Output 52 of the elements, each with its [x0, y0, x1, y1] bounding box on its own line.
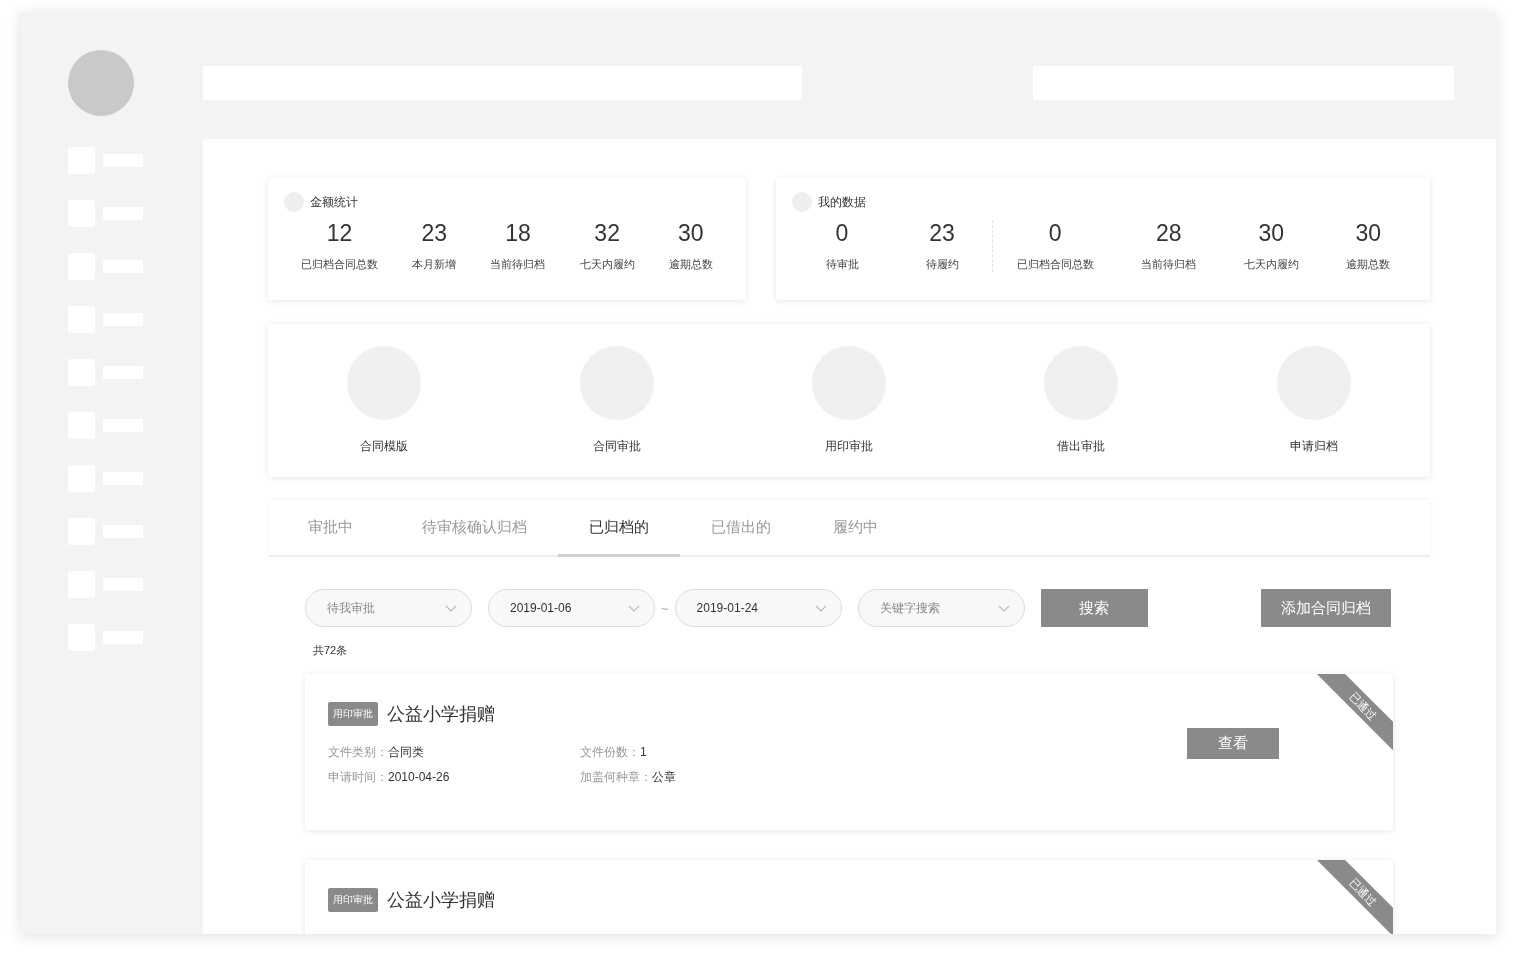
chevron-down-icon — [445, 605, 457, 612]
chevron-down-icon — [997, 605, 1010, 612]
stat-value: 0 — [1048, 220, 1062, 247]
shortcut-label[interactable]: 合同模版 — [360, 438, 409, 455]
stat-value: 23 — [421, 220, 448, 247]
stat-label: 待审批 — [825, 257, 859, 272]
record-title: 公益小学捐赠 — [387, 889, 495, 912]
keyword-search-field[interactable]: 关键字搜索 — [857, 589, 1025, 627]
shortcut-label[interactable]: 借出审批 — [1057, 438, 1106, 455]
record-title: 公益小学捐赠 — [387, 703, 495, 726]
stat-label: 七天内履约 — [1243, 257, 1299, 272]
field-label: 申请时间： — [328, 770, 388, 784]
stat-label: 当前待归档 — [1141, 257, 1197, 272]
field-label: 文件类别： — [328, 745, 388, 759]
date-field[interactable]: 2019-01-06 — [488, 589, 655, 627]
range-separator: ~ — [661, 600, 669, 616]
stat-label: 已归档合同总数 — [301, 257, 379, 272]
stat-value: 28 — [1155, 220, 1182, 247]
field-label: 加盖何种章： — [580, 770, 652, 784]
field-value: 合同类 — [388, 745, 424, 759]
stat-label: 逾期总数 — [668, 257, 713, 272]
stat-label: 七天内履约 — [579, 257, 635, 272]
stat-value: 12 — [326, 220, 353, 247]
record-tag: 用印审批 — [328, 702, 378, 726]
tab[interactable]: 已归档的 — [558, 500, 680, 557]
field-value: 公章 — [652, 770, 676, 784]
record-tag: 用印审批 — [328, 888, 378, 912]
card-title: 金额统计 — [310, 193, 358, 211]
card-title: 我的数据 — [818, 193, 866, 211]
stat-value: 30 — [1258, 220, 1285, 247]
stat-value: 18 — [505, 220, 531, 247]
field-label: 文件份数： — [580, 745, 640, 759]
stat-label: 逾期总数 — [1346, 257, 1391, 272]
stat-value: 0 — [835, 220, 849, 247]
field-value: 2010-04-26 — [388, 770, 450, 784]
date-field[interactable]: 2019-01-24 — [674, 589, 842, 627]
status-dropdown[interactable]: 待我审批 — [305, 589, 472, 627]
result-count: 共72条 — [313, 644, 348, 656]
shortcut-label[interactable]: 用印审批 — [824, 438, 873, 455]
chevron-down-icon — [814, 605, 827, 612]
stat-value: 30 — [678, 220, 704, 247]
stat-value: 30 — [1355, 220, 1382, 247]
shortcut-label[interactable]: 申请归档 — [1289, 438, 1338, 455]
field-value: 1 — [640, 745, 647, 759]
stat-value: 32 — [594, 220, 620, 247]
shortcut-label[interactable]: 合同审批 — [592, 438, 641, 455]
stat-value: 23 — [929, 220, 955, 247]
stat-label: 已归档合同总数 — [1016, 257, 1094, 272]
stat-label: 待履约 — [925, 257, 959, 272]
stat-label: 本月新增 — [412, 257, 457, 272]
stat-label: 当前待归档 — [490, 257, 546, 272]
chevron-down-icon — [628, 605, 640, 612]
